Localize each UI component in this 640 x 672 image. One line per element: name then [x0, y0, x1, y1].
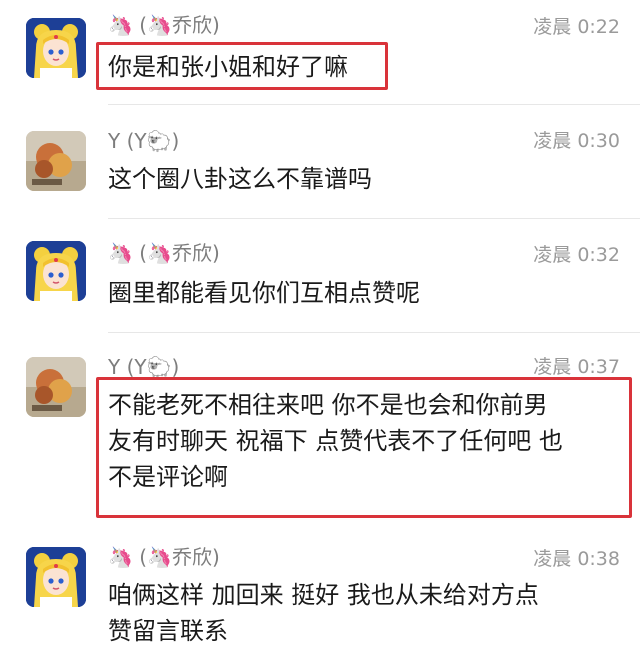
chat-message: 🦄 (🦄乔欣) 凌晨 0:38 咱俩这样 加回来 挺好 我也从未给对方点 赞留言… [0, 529, 640, 672]
message-line: 这个圈八卦这么不靠谱吗 [108, 165, 372, 193]
message-text: 这个圈八卦这么不靠谱吗 [108, 161, 372, 197]
highlight-box [96, 377, 632, 518]
sailor-moon-avatar[interactable] [26, 547, 86, 607]
sailor-moon-avatar[interactable] [26, 241, 86, 301]
chat-message: 🦄 (🦄乔欣) 凌晨 0:32 圈里都能看见你们互相点赞呢 [0, 223, 640, 333]
sailor-moon-avatar[interactable] [26, 18, 86, 78]
photo-avatar[interactable] [26, 131, 86, 191]
timestamp: 凌晨 0:22 [533, 16, 620, 38]
sender-name: Y (Y🐑) [108, 355, 180, 379]
message-line: 咱俩这样 加回来 挺好 我也从未给对方点 [108, 581, 539, 609]
message-line: 圈里都能看见你们互相点赞呢 [108, 279, 420, 307]
chat-message: Y (Y🐑) 凌晨 0:37 不能老死不相往来吧 你不是也会和你前男 友有时聊天… [0, 333, 640, 529]
divider [108, 218, 640, 219]
sender-name: 🦄 (🦄乔欣) [108, 13, 220, 37]
highlight-box [96, 42, 388, 90]
message-text: 咱俩这样 加回来 挺好 我也从未给对方点 赞留言联系 [108, 577, 539, 649]
message-text: 圈里都能看见你们互相点赞呢 [108, 275, 420, 311]
timestamp: 凌晨 0:32 [533, 244, 620, 266]
message-line: 赞留言联系 [108, 617, 228, 645]
chat-message: Y (Y🐑) 凌晨 0:30 这个圈八卦这么不靠谱吗 [0, 105, 640, 223]
chat-message: 🦄 (🦄乔欣) 凌晨 0:22 你是和张小姐和好了嘛 [0, 0, 640, 105]
sender-name: Y (Y🐑) [108, 129, 180, 153]
timestamp: 凌晨 0:30 [533, 130, 620, 152]
photo-avatar[interactable] [26, 357, 86, 417]
timestamp: 凌晨 0:38 [533, 548, 620, 570]
sender-name: 🦄 (🦄乔欣) [108, 241, 220, 265]
sender-name: 🦄 (🦄乔欣) [108, 545, 220, 569]
timestamp: 凌晨 0:37 [533, 356, 620, 378]
